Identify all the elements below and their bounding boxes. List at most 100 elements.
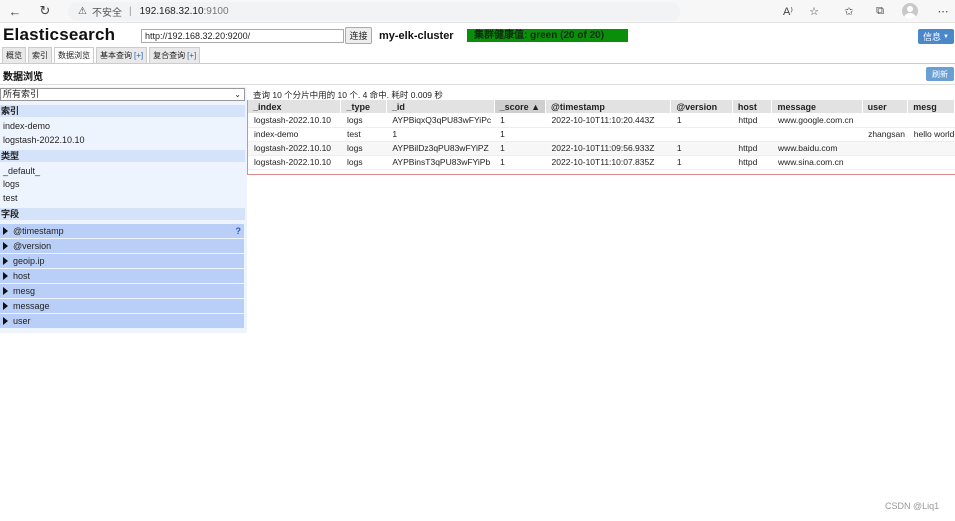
field-row[interactable]: host <box>0 269 244 283</box>
tab-overview[interactable]: 概览 <box>2 47 26 63</box>
field-row[interactable]: message <box>0 299 244 313</box>
info-button[interactable]: 信息 ▼ <box>918 29 954 44</box>
table-cell <box>732 127 772 142</box>
collections-icon[interactable]: ⧉ <box>872 3 888 19</box>
field-row[interactable]: mesg <box>0 284 244 298</box>
table-cell <box>862 155 908 170</box>
help-icon[interactable]: ? <box>236 224 242 238</box>
app-title: Elasticsearch <box>3 25 116 44</box>
table-cell <box>862 141 908 156</box>
connect-button[interactable]: 连接 <box>345 27 372 44</box>
index-select[interactable]: 所有索引 ⌄ <box>0 88 245 101</box>
favorites-icon[interactable]: ✩ <box>841 3 857 19</box>
field-label: mesg <box>13 286 36 296</box>
column-header-sorted[interactable]: _score ▲ <box>494 100 547 113</box>
table-cell: 1 <box>670 141 733 156</box>
connection-url-input[interactable]: http://192.168.32.20:9200/ <box>141 29 344 43</box>
sidebar-item-type[interactable]: _default_ <box>0 165 245 178</box>
table-row[interactable]: logstash-2022.10.10 logs AYPBilDz3qPU83w… <box>248 141 955 156</box>
watermark: CSDN @Liq1 <box>885 501 940 511</box>
warning-icon: ⚠ <box>78 6 87 17</box>
back-icon[interactable]: ← <box>7 3 23 19</box>
tab-bar: 概览 索引 数据浏览 基本查询 [+] 复合查询 [+] <box>0 47 201 63</box>
chevron-down-icon: ⌄ <box>234 90 241 99</box>
column-header[interactable]: _type <box>340 100 387 113</box>
table-cell <box>545 127 671 142</box>
column-header[interactable]: @version <box>670 100 733 113</box>
tab-label: 基本查询 <box>100 51 132 60</box>
tab-basic-query[interactable]: 基本查询 [+] <box>96 47 148 63</box>
sidebar-item-index[interactable]: logstash-2022.10.10 <box>0 134 245 147</box>
table-cell: 1 <box>494 113 546 128</box>
expand-triangle-icon <box>3 287 8 295</box>
tab-plus: [+] <box>187 51 197 60</box>
refresh-button[interactable]: 刷新 <box>926 67 954 81</box>
table-cell: 1 <box>670 113 733 128</box>
read-aloud-icon[interactable]: A⁾ <box>780 3 796 19</box>
insecure-label: 不安全 <box>91 8 122 19</box>
sidebar-item-type[interactable]: logs <box>0 178 245 191</box>
table-cell: index-demo <box>248 127 341 142</box>
column-header[interactable]: message <box>771 100 863 113</box>
url-host: 192.168.32.10 <box>139 6 204 17</box>
sidebar: 所有索引 ⌄ 索引 index-demo logstash-2022.10.10… <box>0 87 247 333</box>
table-cell: logstash-2022.10.10 <box>248 155 341 170</box>
table-cell: 1 <box>494 155 546 170</box>
table-cell <box>907 141 955 156</box>
profile-avatar[interactable] <box>902 3 918 19</box>
field-row[interactable]: user <box>0 314 244 328</box>
chevron-down-icon: ▼ <box>943 33 949 40</box>
address-separator: | <box>128 6 132 17</box>
address-bar[interactable]: ⚠ 不安全 | 192.168.32.10:9100 <box>68 2 680 21</box>
table-cell: www.baidu.com <box>771 141 863 156</box>
table-row[interactable]: index-demo test 1 1 zhangsan hello world <box>248 127 955 142</box>
tab-browser[interactable]: 数据浏览 <box>54 47 94 63</box>
table-row[interactable]: logstash-2022.10.10 logs AYPBinsT3qPU83w… <box>248 155 955 170</box>
column-header[interactable]: _index <box>248 100 342 113</box>
sidebar-heading-fields: 字段 <box>0 208 245 220</box>
sidebar-item-index[interactable]: index-demo <box>0 120 245 133</box>
column-header[interactable]: @timestamp <box>545 100 672 113</box>
column-header[interactable]: host <box>732 100 773 113</box>
table-cell: logs <box>340 155 387 170</box>
more-icon[interactable]: ⋯ <box>935 3 951 19</box>
column-header[interactable]: user <box>862 100 909 113</box>
results-table: _index _type _id _score ▲ @timestamp @ve… <box>248 100 955 170</box>
reload-icon[interactable]: ↻ <box>37 3 53 19</box>
table-cell: 2022-10-10T11:09:56.933Z <box>545 141 671 156</box>
table-cell: AYPBiqxQ3qPU83wFYiPc <box>386 113 495 128</box>
page-title: 数据浏览 <box>3 72 43 83</box>
table-cell: test <box>340 127 387 142</box>
column-header[interactable]: _id <box>386 100 495 113</box>
results-table-container: _index _type _id _score ▲ @timestamp @ve… <box>247 100 955 175</box>
add-favorite-icon[interactable]: ☆ <box>806 3 822 19</box>
field-label: @timestamp <box>13 226 64 236</box>
browser-toolbar: ← ↻ ⚠ 不安全 | 192.168.32.10:9100 A⁾ ☆ ✩ ⧉ … <box>0 0 955 23</box>
table-cell: zhangsan <box>862 127 908 142</box>
field-label: host <box>13 271 31 281</box>
table-cell <box>670 127 733 142</box>
expand-triangle-icon <box>3 242 8 250</box>
table-cell: 1 <box>386 127 495 142</box>
field-row[interactable]: geoip.ip <box>0 254 244 268</box>
field-row[interactable]: @version <box>0 239 244 253</box>
sidebar-item-type[interactable]: test <box>0 192 245 205</box>
table-row[interactable]: logstash-2022.10.10 logs AYPBiqxQ3qPU83w… <box>248 113 955 128</box>
index-select-value: 所有索引 <box>3 89 40 99</box>
table-cell: 1 <box>494 141 546 156</box>
table-cell: 2022-10-10T11:10:07.835Z <box>545 155 671 170</box>
field-row[interactable]: @timestamp? <box>0 224 244 238</box>
tab-indices[interactable]: 索引 <box>28 47 52 63</box>
tab-plus: [+] <box>134 51 144 60</box>
table-cell: logstash-2022.10.10 <box>248 141 341 156</box>
expand-triangle-icon <box>3 257 8 265</box>
column-header[interactable]: mesg <box>907 100 955 113</box>
table-cell: www.google.com.cn <box>771 113 863 128</box>
table-cell: 1 <box>670 155 733 170</box>
table-cell: hello world <box>907 127 955 142</box>
table-cell: logs <box>340 113 387 128</box>
table-cell: AYPBilDz3qPU83wFYiPZ <box>386 141 495 156</box>
tab-compound-query[interactable]: 复合查询 [+] <box>149 47 201 63</box>
table-cell: www.sina.com.cn <box>771 155 863 170</box>
expand-triangle-icon <box>3 302 8 310</box>
